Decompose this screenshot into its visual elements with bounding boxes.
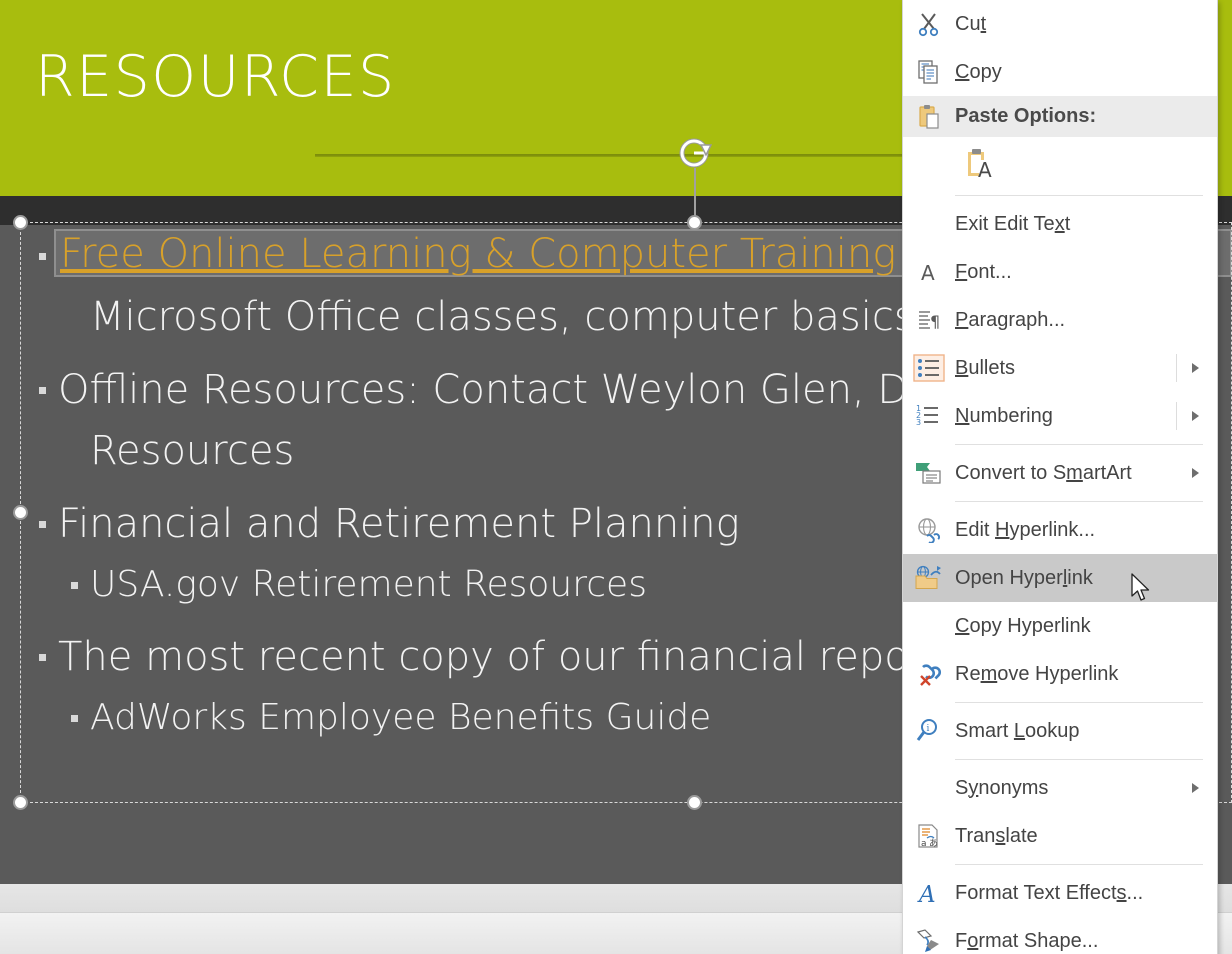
menu-header-label: Paste Options: — [955, 105, 1096, 128]
clipboard-icon — [903, 104, 955, 130]
resize-handle-middle-left[interactable] — [13, 505, 28, 520]
translate-icon: a あ — [903, 823, 955, 849]
submenu-divider — [1176, 402, 1177, 430]
menu-item-label: Bullets — [955, 357, 1015, 380]
menu-item-remove-hyperlink[interactable]: Remove Hyperlink — [903, 650, 1217, 698]
menu-item-label: Convert to SmartArt — [955, 462, 1132, 485]
chevron-right-icon[interactable] — [1192, 468, 1199, 478]
menu-item-label: Copy — [955, 61, 1002, 84]
menu-item-copy-hyperlink[interactable]: Copy Hyperlink — [903, 602, 1217, 650]
resize-handle-bottom-center[interactable] — [687, 795, 702, 810]
resize-handle-top-left[interactable] — [13, 215, 28, 230]
menu-separator — [955, 195, 1203, 196]
menu-separator — [955, 501, 1203, 502]
submenu-divider — [1176, 354, 1177, 382]
menu-item-format-text-effects[interactable]: A Format Text Effects... — [903, 869, 1217, 917]
menu-item-exit-edit-text[interactable]: Exit Edit Text — [903, 200, 1217, 248]
rotate-handle-stem — [694, 168, 696, 222]
menu-item-edit-hyperlink[interactable]: Edit Hyperlink... — [903, 506, 1217, 554]
bullet-text: Resources — [90, 428, 294, 474]
bullet-marker-icon — [71, 715, 78, 722]
menu-item-smart-lookup[interactable]: i Smart Lookup — [903, 707, 1217, 755]
paste-text-only-icon[interactable]: A — [955, 142, 999, 186]
font-a-icon: A — [903, 259, 955, 285]
menu-item-label: Remove Hyperlink — [955, 663, 1118, 686]
bullet-marker-icon — [39, 654, 46, 661]
menu-item-format-shape[interactable]: Format Shape... — [903, 917, 1217, 954]
menu-item-paragraph[interactable]: ¶ Paragraph... — [903, 296, 1217, 344]
menu-item-label: Format Text Effects... — [955, 882, 1143, 905]
menu-item-label: Smart Lookup — [955, 720, 1080, 743]
copy-icon — [903, 59, 955, 85]
menu-item-label: Cut — [955, 13, 986, 36]
bullet-text: USA.gov Retirement Resources — [90, 564, 647, 605]
menu-item-label: Numbering — [955, 405, 1053, 428]
format-text-effects-icon: A — [903, 880, 955, 906]
chevron-right-icon[interactable] — [1192, 783, 1199, 793]
rotate-handle[interactable] — [679, 137, 712, 170]
svg-text:A: A — [917, 882, 936, 906]
bullet-marker-icon — [39, 253, 46, 260]
bullet-text: The most recent copy of our financial re… — [58, 634, 909, 680]
resize-handle-top-center[interactable] — [687, 215, 702, 230]
bullet-text: Financial and Retirement Planning — [58, 501, 740, 547]
context-menu[interactable]: Cut Copy — [902, 0, 1218, 954]
numbering-icon: 1 2 3 — [903, 402, 955, 430]
menu-item-label: Translate — [955, 825, 1038, 848]
menu-item-label: Edit Hyperlink... — [955, 519, 1095, 542]
bullet-marker-icon — [39, 387, 46, 394]
chevron-right-icon[interactable] — [1192, 363, 1199, 373]
remove-hyperlink-icon — [903, 661, 955, 687]
hyperlink-text[interactable]: Free Online Learning & Computer Training — [60, 231, 896, 277]
svg-text:¶: ¶ — [930, 312, 940, 331]
bullet-text: Offline Resources: Contact Weylon Glen, … — [58, 367, 908, 413]
menu-item-label: Synonyms — [955, 777, 1048, 800]
menu-item-label: Font... — [955, 261, 1012, 284]
svg-text:i: i — [927, 724, 930, 734]
menu-item-label: Open Hyperlink — [955, 567, 1093, 590]
scissors-icon — [903, 11, 955, 37]
menu-separator — [955, 864, 1203, 865]
menu-item-synonyms[interactable]: Synonyms — [903, 764, 1217, 812]
smartart-icon — [903, 460, 955, 486]
bullet-marker-icon — [39, 521, 46, 528]
format-shape-icon — [903, 928, 955, 954]
menu-item-bullets[interactable]: Bullets — [903, 344, 1217, 392]
menu-separator — [955, 702, 1203, 703]
menu-item-label: Exit Edit Text — [955, 213, 1070, 236]
menu-item-copy[interactable]: Copy — [903, 48, 1217, 96]
menu-separator — [955, 444, 1203, 445]
menu-item-cut[interactable]: Cut — [903, 0, 1217, 48]
bullet-marker-icon — [71, 582, 78, 589]
svg-text:A: A — [921, 261, 935, 285]
menu-item-label: Copy Hyperlink — [955, 615, 1091, 638]
bullet-text: Microsoft Office classes, computer basic… — [90, 294, 927, 340]
svg-text:あ: あ — [929, 838, 938, 849]
bullets-icon — [903, 354, 955, 382]
resize-handle-bottom-left[interactable] — [13, 795, 28, 810]
menu-header-paste-options: Paste Options: — [903, 96, 1217, 137]
smart-lookup-icon: i — [903, 718, 955, 744]
menu-item-label: Format Shape... — [955, 930, 1098, 953]
edit-hyperlink-icon — [903, 517, 955, 543]
svg-text:A: A — [978, 158, 992, 182]
page-title: RESOURCES — [35, 46, 396, 109]
menu-item-translate[interactable]: a あ Translate — [903, 812, 1217, 860]
menu-separator — [955, 759, 1203, 760]
paste-options-gallery[interactable]: A — [903, 137, 1217, 191]
menu-item-font[interactable]: A Font... — [903, 248, 1217, 296]
menu-item-open-hyperlink[interactable]: Open Hyperlink — [903, 554, 1217, 602]
menu-item-numbering[interactable]: 1 2 3 Numbering — [903, 392, 1217, 440]
menu-item-convert-to-smartart[interactable]: Convert to SmartArt — [903, 449, 1217, 497]
menu-item-label: Paragraph... — [955, 309, 1065, 332]
paragraph-icon: ¶ — [903, 307, 955, 333]
svg-text:3: 3 — [916, 418, 921, 427]
bullet-text: AdWorks Employee Benefits Guide — [90, 697, 711, 738]
svg-text:a: a — [921, 839, 927, 849]
open-hyperlink-icon — [903, 565, 955, 591]
chevron-right-icon[interactable] — [1192, 411, 1199, 421]
